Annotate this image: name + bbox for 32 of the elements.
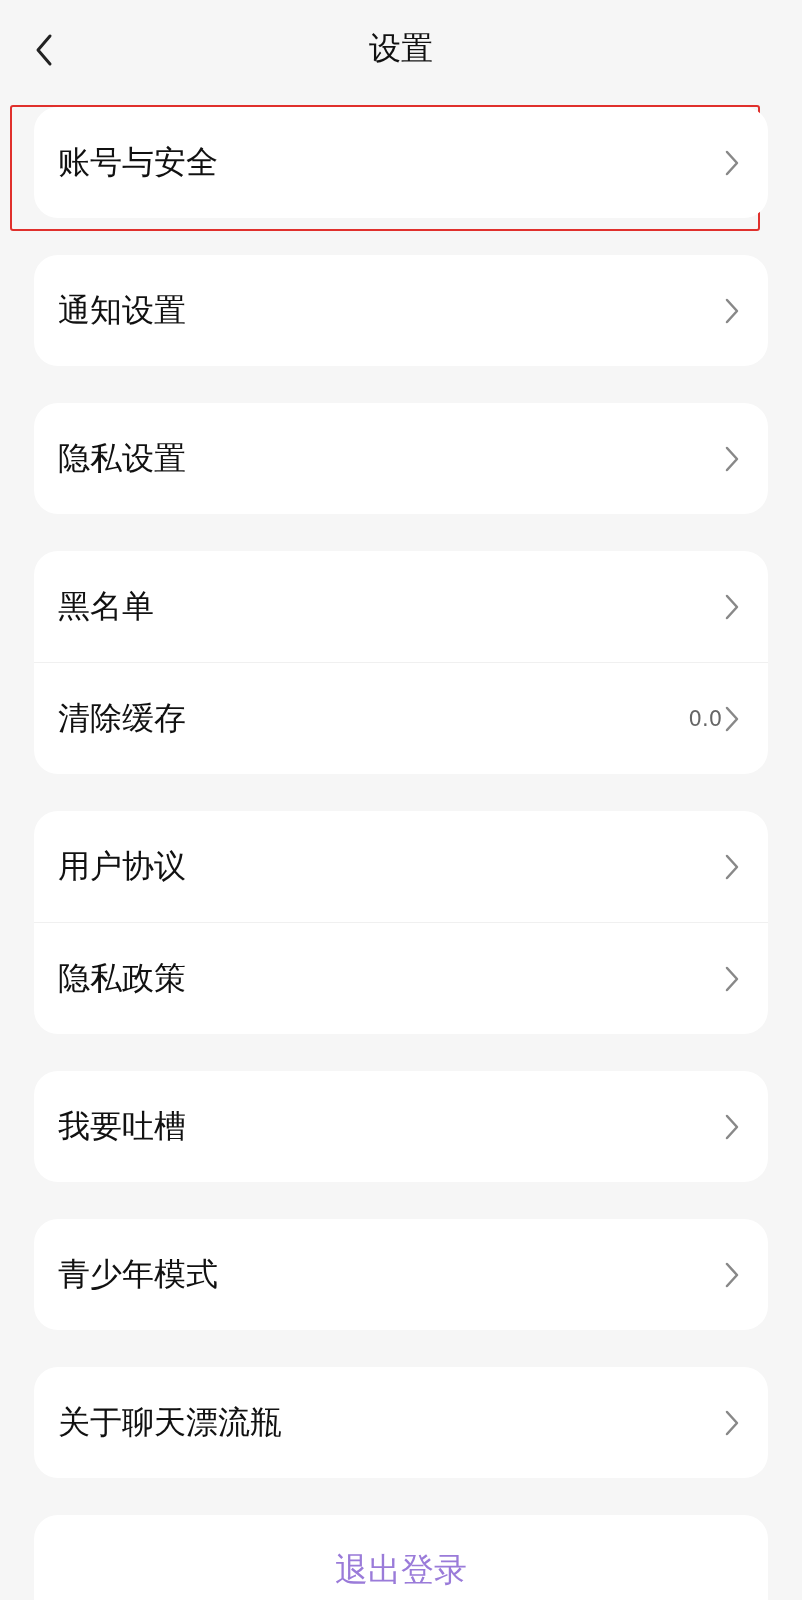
settings-row[interactable]: 账号与安全: [34, 107, 768, 218]
settings-row[interactable]: 我要吐槽: [34, 1071, 768, 1182]
chevron-right-icon: [724, 852, 740, 881]
chevron-right-icon: [724, 964, 740, 993]
row-label: 黑名单: [58, 585, 155, 627]
settings-row[interactable]: 隐私政策: [34, 922, 768, 1034]
chevron-right-icon: [724, 1408, 740, 1437]
settings-row[interactable]: 清除缓存 0.0: [34, 662, 768, 774]
row-label: 通知设置: [58, 289, 187, 331]
chevron-right-icon: [724, 1112, 740, 1141]
chevron-right-icon: [724, 1260, 740, 1289]
settings-row[interactable]: 隐私设置: [34, 403, 768, 514]
page-title: 设置: [369, 27, 433, 69]
row-label: 关于聊天漂流瓶: [58, 1401, 283, 1443]
chevron-right-icon: [724, 296, 740, 325]
settings-row[interactable]: 青少年模式: [34, 1219, 768, 1330]
settings-row[interactable]: 关于聊天漂流瓶: [34, 1367, 768, 1478]
row-label: 清除缓存: [58, 697, 187, 739]
settings-row[interactable]: 黑名单: [34, 551, 768, 662]
chevron-right-icon: [724, 444, 740, 473]
row-label: 隐私设置: [58, 437, 187, 479]
row-label: 账号与安全: [58, 141, 219, 183]
row-label: 我要吐槽: [58, 1105, 187, 1147]
row-label: 隐私政策: [58, 957, 187, 999]
chevron-right-icon: [724, 704, 740, 733]
settings-row[interactable]: 通知设置: [34, 255, 768, 366]
settings-row[interactable]: 用户协议: [34, 811, 768, 922]
row-label: 青少年模式: [58, 1253, 219, 1295]
chevron-right-icon: [724, 148, 740, 177]
row-label: 用户协议: [58, 845, 187, 887]
row-value: 0.0: [688, 706, 722, 731]
chevron-right-icon: [724, 592, 740, 621]
